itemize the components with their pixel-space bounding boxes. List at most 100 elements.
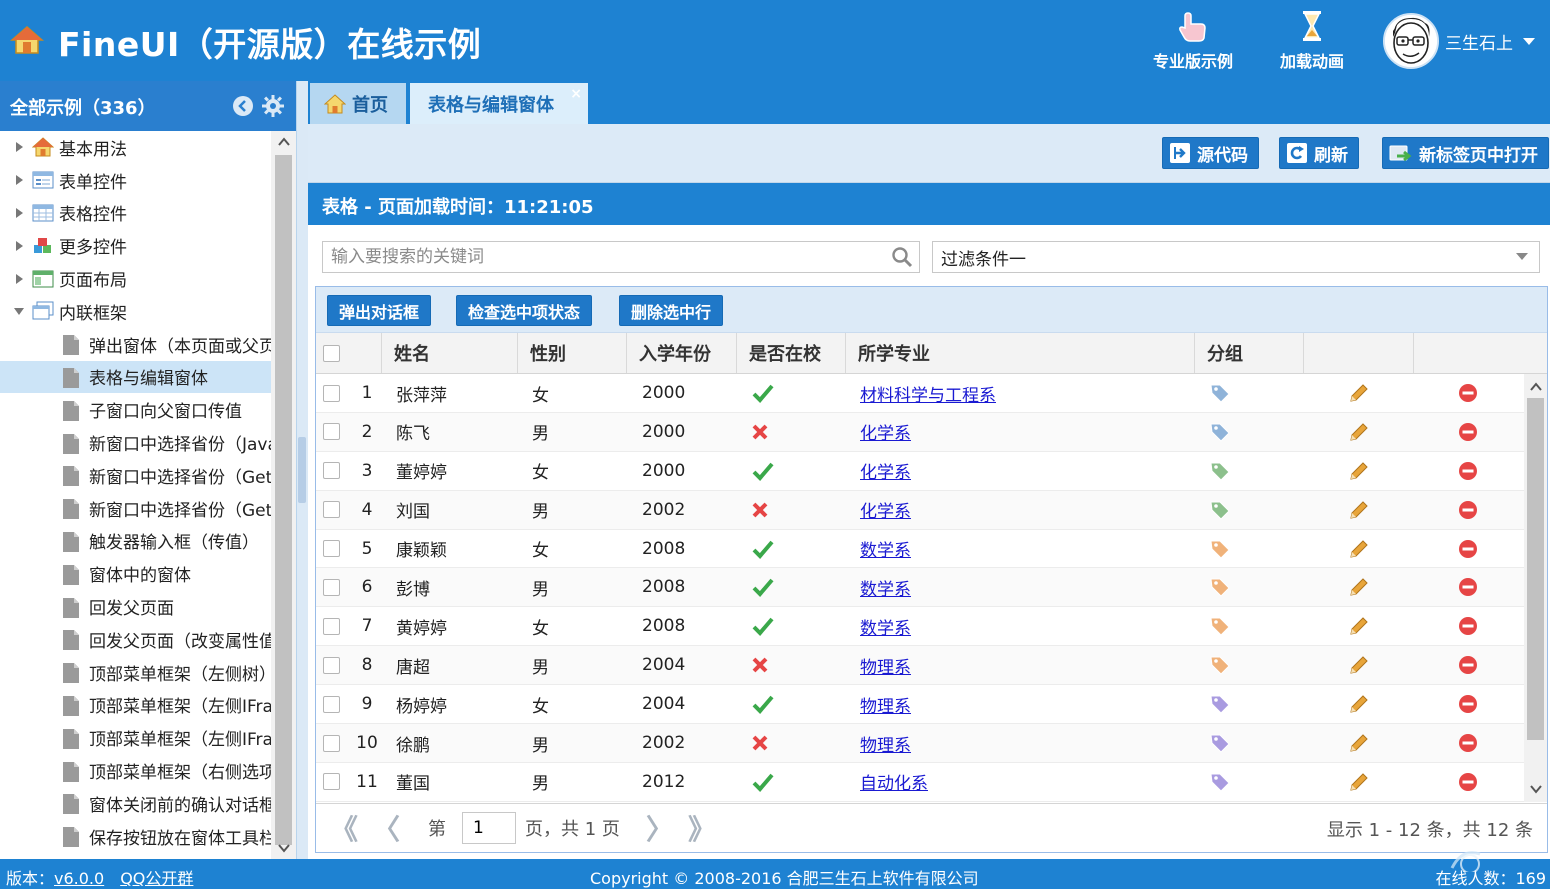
table-row[interactable]: 10 徐鹏 男 2002 物理系 <box>316 724 1524 763</box>
tree-node[interactable]: 窗体关闭前的确认对话框 <box>0 787 271 820</box>
page-number-input[interactable] <box>462 812 517 844</box>
tree-node[interactable]: 表格控件 <box>0 197 271 230</box>
major-link[interactable]: 化学系 <box>860 497 911 522</box>
delete-icon[interactable] <box>1458 646 1478 684</box>
pencil-icon[interactable] <box>1348 607 1370 645</box>
col-name[interactable]: 姓名 <box>382 333 518 373</box>
tree-node[interactable]: 顶部菜单框架（左侧IFrame，右侧选项卡） <box>0 721 271 754</box>
scroll-down-icon[interactable] <box>1530 784 1542 794</box>
collapsed-arrow-icon[interactable] <box>12 273 26 285</box>
tree-node[interactable]: 新窗口中选择省份（GetSelectedRowReference） <box>0 492 271 525</box>
filter-select[interactable]: 过滤条件一 <box>932 241 1540 273</box>
search-input[interactable] <box>323 242 885 272</box>
tab-home[interactable]: 首页 <box>310 83 406 124</box>
col-major[interactable]: 所学专业 <box>846 333 1195 373</box>
chevron-down-icon[interactable] <box>1505 253 1539 261</box>
tree-node[interactable]: 触发器输入框（传值） <box>0 525 271 558</box>
table-row[interactable]: 6 彭博 男 2008 数学系 <box>316 568 1524 608</box>
row-checkbox[interactable] <box>323 423 340 441</box>
row-checkbox[interactable] <box>323 734 340 752</box>
table-row[interactable]: 4 刘国 男 2002 化学系 <box>316 490 1524 530</box>
delete-icon[interactable] <box>1458 413 1478 451</box>
tree-node[interactable]: 表格与编辑窗体 <box>0 360 271 394</box>
source-code-button[interactable]: 源代码 <box>1162 137 1259 169</box>
row-checkbox[interactable] <box>323 501 340 519</box>
user-menu[interactable]: 三生石上 <box>1383 12 1535 70</box>
tree-node[interactable]: 更多控件 <box>0 229 271 262</box>
major-link[interactable]: 数学系 <box>860 614 911 639</box>
search-icon[interactable] <box>885 246 919 268</box>
pencil-icon[interactable] <box>1348 568 1370 606</box>
tab-grid-edit-window[interactable]: 表格与编辑窗体 × <box>410 83 588 124</box>
tree-node[interactable]: 窗体中的窗体 <box>0 557 271 590</box>
header-checkbox-cell[interactable] <box>316 333 382 373</box>
collapsed-arrow-icon[interactable] <box>12 240 26 252</box>
pencil-icon[interactable] <box>1348 374 1370 412</box>
pencil-icon[interactable] <box>1348 763 1370 801</box>
table-row[interactable]: 5 康颖颖 女 2008 数学系 <box>316 530 1524 569</box>
tree-node[interactable]: 回发父页面（改变属性值） <box>0 623 271 656</box>
table-row[interactable]: 9 杨婷婷 女 2004 物理系 <box>316 685 1524 725</box>
tree-node[interactable]: 回发父页面 <box>0 590 271 623</box>
loading-animation-button[interactable]: 加载动画 <box>1262 8 1362 72</box>
grid-scrollbar-thumb[interactable] <box>1527 398 1544 740</box>
row-checkbox[interactable] <box>323 540 340 558</box>
tree-node[interactable]: 子窗口向父窗口传值 <box>0 393 271 426</box>
major-link[interactable]: 自动化系 <box>860 769 928 794</box>
collapsed-arrow-icon[interactable] <box>12 174 26 186</box>
delete-icon[interactable] <box>1458 568 1478 606</box>
version-link[interactable]: v6.0.0 <box>54 869 104 888</box>
table-row[interactable]: 2 陈飞 男 2000 化学系 <box>316 412 1524 452</box>
pencil-icon[interactable] <box>1348 646 1370 684</box>
col-gender[interactable]: 性别 <box>518 333 627 373</box>
delete-icon[interactable] <box>1458 452 1478 490</box>
table-row[interactable]: 3 董婷婷 女 2000 化学系 <box>316 452 1524 491</box>
pencil-icon[interactable] <box>1348 413 1370 451</box>
major-link[interactable]: 材料科学与工程系 <box>860 381 996 406</box>
check-selected-button[interactable]: 检查选中项状态 <box>456 295 593 326</box>
tree-node[interactable]: 表单控件 <box>0 164 271 197</box>
tree-node[interactable]: 顶部菜单框架（左侧IFrame） <box>0 689 271 722</box>
last-page-button[interactable]: 》 <box>688 808 716 848</box>
table-row[interactable]: 1 张萍萍 女 2000 材料科学与工程系 <box>316 374 1524 413</box>
delete-icon[interactable] <box>1458 530 1478 568</box>
collapse-left-icon[interactable] <box>232 95 254 117</box>
sidebar-scrollbar[interactable] <box>271 131 296 859</box>
row-checkbox[interactable] <box>323 578 340 596</box>
major-link[interactable]: 物理系 <box>860 653 911 678</box>
pencil-icon[interactable] <box>1348 724 1370 762</box>
delete-selected-button[interactable]: 删除选中行 <box>619 295 724 326</box>
tree-node[interactable]: 页面布局 <box>0 262 271 295</box>
col-inschool[interactable]: 是否在校 <box>737 333 846 373</box>
next-page-button[interactable]: 〉 <box>646 808 674 848</box>
row-checkbox[interactable] <box>323 656 340 674</box>
major-link[interactable]: 物理系 <box>860 692 911 717</box>
table-row[interactable]: 11 董国 男 2012 自动化系 <box>316 763 1524 802</box>
expanded-arrow-icon[interactable] <box>12 306 26 316</box>
tree-node[interactable]: 新窗口中选择省份（GetSaveStateReference） <box>0 459 271 492</box>
collapsed-arrow-icon[interactable] <box>12 207 26 219</box>
search-box[interactable] <box>322 241 920 273</box>
table-row[interactable]: 8 唐超 男 2004 物理系 <box>316 646 1524 686</box>
gear-icon[interactable] <box>262 95 284 117</box>
splitter-grip[interactable] <box>298 437 306 503</box>
col-group[interactable]: 分组 <box>1195 333 1304 373</box>
tree-node[interactable]: 保存按钮放在窗体工具栏中 <box>0 820 271 853</box>
pencil-icon[interactable] <box>1348 685 1370 723</box>
grid-scrollbar[interactable] <box>1524 374 1547 802</box>
pencil-icon[interactable] <box>1348 491 1370 529</box>
region-splitter[interactable] <box>297 81 308 859</box>
major-link[interactable]: 化学系 <box>860 419 911 444</box>
row-checkbox[interactable] <box>323 617 340 635</box>
tree-node[interactable]: 基本用法 <box>0 131 271 164</box>
scroll-up-icon[interactable] <box>278 137 290 147</box>
tree-node[interactable]: 弹出窗体（本页面或父页面） <box>0 328 271 361</box>
major-link[interactable]: 数学系 <box>860 536 911 561</box>
delete-icon[interactable] <box>1458 374 1478 412</box>
delete-icon[interactable] <box>1458 607 1478 645</box>
scroll-down-icon[interactable] <box>278 843 290 853</box>
delete-icon[interactable] <box>1458 685 1478 723</box>
close-icon[interactable]: × <box>570 86 582 102</box>
popup-dialog-button[interactable]: 弹出对话框 <box>327 295 432 326</box>
row-checkbox[interactable] <box>323 773 340 791</box>
